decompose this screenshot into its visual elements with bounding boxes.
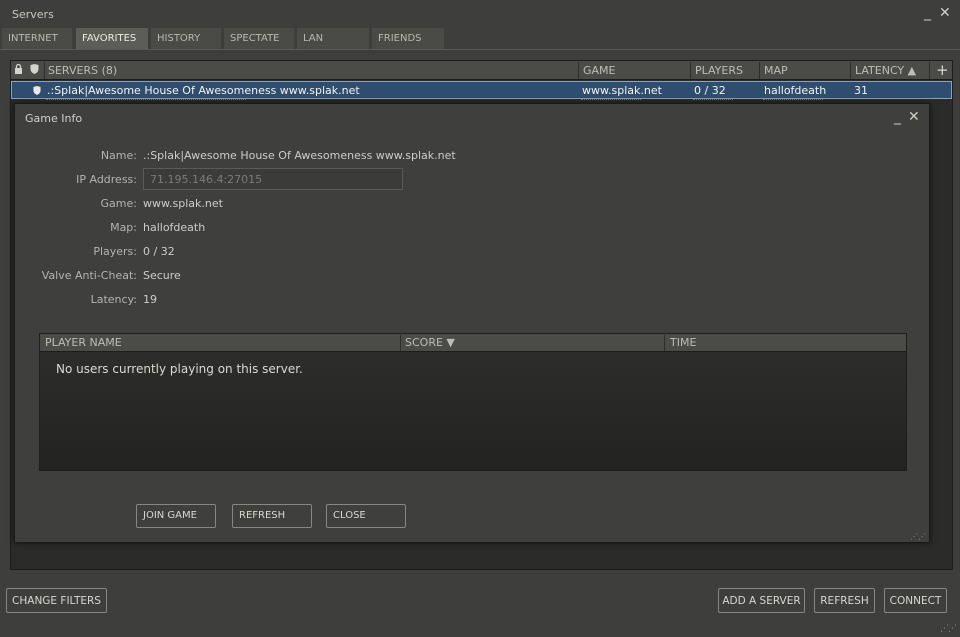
shield-icon[interactable] [30,64,39,77]
server-row-selected[interactable]: .:Splak|Awesome House Of Awesomeness www… [11,81,952,99]
add-server-plus-button[interactable]: + [936,61,949,79]
col-time[interactable]: TIME [670,336,696,349]
window-title: Servers [12,8,54,21]
change-filters-button[interactable]: CHANGE FILTERS [6,588,107,613]
col-latency[interactable]: LATENCY ▲ [855,64,916,77]
join-game-button[interactable]: JOIN GAME [136,504,216,528]
row-game: www.splak.net [582,84,662,97]
row-players: 0 / 32 [694,84,726,97]
close-button[interactable]: ✕ [939,6,951,20]
minimize-button[interactable]: _ [924,6,931,20]
col-game[interactable]: GAME [583,64,616,77]
tab-bar: INTERNET FAVORITES HISTORY SPECTATE LAN … [0,28,960,50]
players-value: 0 / 32 [143,245,175,258]
server-list-header: SERVERS (8) GAME PLAYERS MAP LATENCY ▲ + [11,61,952,80]
empty-player-message: No users currently playing on this serve… [56,362,303,376]
dialog-minimize-button[interactable]: _ [894,110,901,124]
latency-value: 19 [143,293,157,306]
window-resize-grip[interactable]: ⋰⋰ [940,624,957,634]
row-map: hallofdeath [764,84,827,97]
row-latency: 31 [854,84,868,97]
lock-icon[interactable] [14,63,23,77]
tab-spectate[interactable]: SPECTATE [224,28,294,50]
tab-friends[interactable]: FRIENDS [372,28,444,50]
add-server-button[interactable]: ADD A SERVER [718,588,805,613]
dialog-close-icon[interactable]: ✕ [908,110,920,124]
ip-label: IP Address: [76,173,137,186]
ip-address-field[interactable]: 71.195.146.4:27015 [143,168,403,190]
tab-favorites[interactable]: FAVORITES [76,28,148,50]
latency-label: Latency: [90,293,137,306]
row-shield-icon [33,85,41,98]
game-info-dialog: Game Info _ ✕ Name: .:Splak|Awesome Hous… [14,103,930,543]
dialog-resize-grip[interactable]: ⋰⋰ [910,532,926,541]
name-value: .:Splak|Awesome House Of Awesomeness www… [143,149,456,162]
map-label: Map: [110,221,137,234]
col-player-name[interactable]: PLAYER NAME [45,336,122,349]
refresh-button[interactable]: REFRESH [814,588,875,613]
name-label: Name: [100,149,137,162]
dialog-refresh-button[interactable]: REFRESH [232,504,312,528]
row-server-name: .:Splak|Awesome House Of Awesomeness www… [47,84,360,97]
player-list-header: PLAYER NAME SCORE ▼ TIME [40,334,906,352]
game-value: www.splak.net [143,197,223,210]
vac-label: Valve Anti-Cheat: [41,269,137,282]
col-players[interactable]: PLAYERS [695,64,743,77]
tab-history[interactable]: HISTORY [151,28,221,50]
dialog-title: Game Info [25,112,83,125]
col-score[interactable]: SCORE ▼ [405,336,455,349]
col-map[interactable]: MAP [764,64,788,77]
vac-value: Secure [143,269,181,282]
tab-divider [0,49,960,50]
map-value: hallofdeath [143,221,206,234]
dialog-close-button[interactable]: CLOSE [326,504,406,528]
col-servers[interactable]: SERVERS (8) [48,64,117,77]
tab-lan[interactable]: LAN [297,28,369,50]
player-list-table[interactable]: PLAYER NAME SCORE ▼ TIME No users curren… [39,333,907,471]
tab-internet[interactable]: INTERNET [2,28,72,50]
players-label: Players: [93,245,137,258]
connect-button[interactable]: CONNECT [884,588,947,613]
game-label: Game: [100,197,137,210]
